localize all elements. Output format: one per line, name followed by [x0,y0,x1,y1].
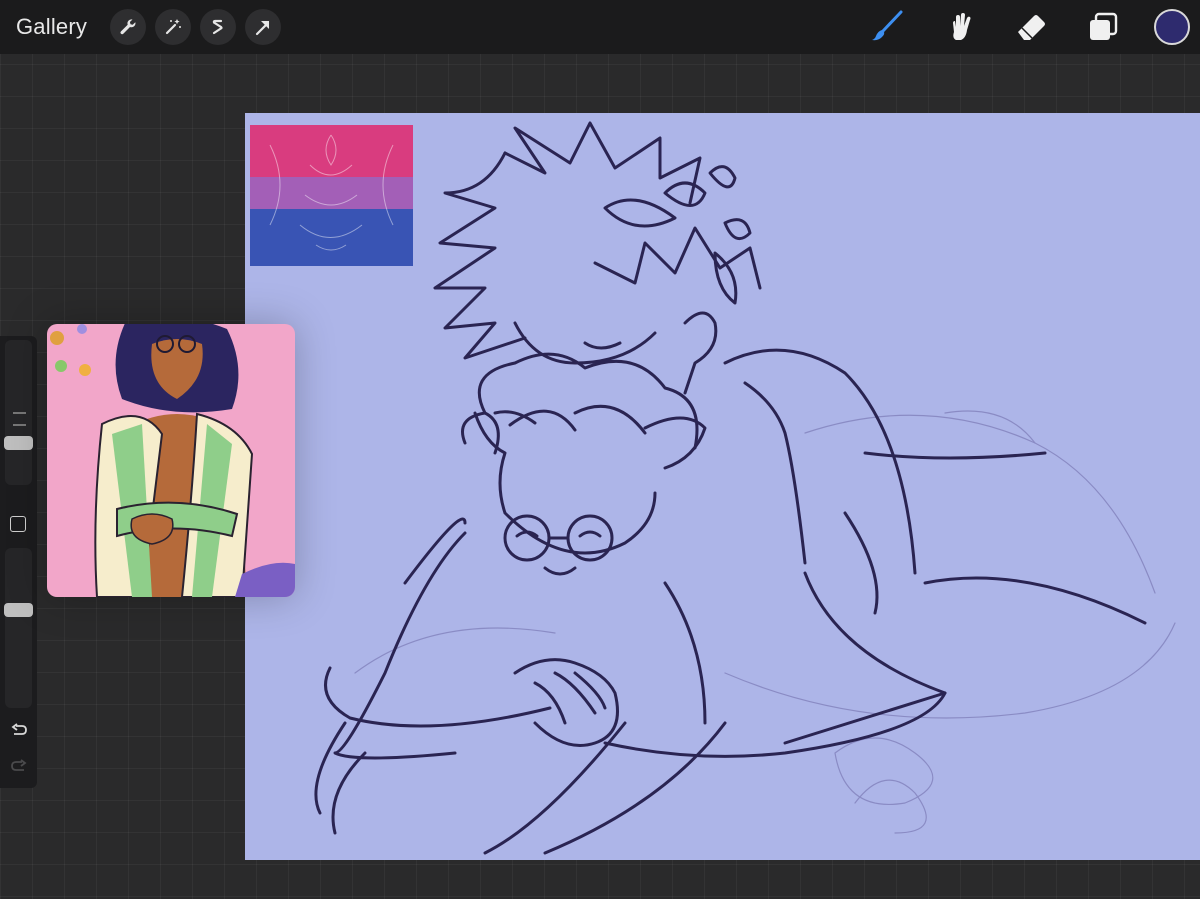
sidebar [0,336,37,788]
layers-button[interactable] [1082,6,1124,48]
flag-graphic [250,125,413,266]
brush-button[interactable] [866,6,908,48]
selection-button[interactable] [200,9,237,45]
top-toolbar: Gallery [0,0,1200,54]
color-picker-button[interactable] [1154,9,1190,45]
brush-size-thumb[interactable] [4,435,33,450]
magic-wand-icon [165,19,182,35]
opacity-slider[interactable] [5,548,32,708]
actions-button[interactable] [110,9,147,45]
eraser-button[interactable] [1010,6,1052,48]
redo-button[interactable] [8,756,30,778]
character-reference-image[interactable] [47,324,295,597]
brush-size-slider[interactable] [5,340,32,485]
painting-tools [836,0,1190,54]
smudge-button[interactable] [938,6,980,48]
undo-button[interactable] [8,720,30,742]
smudge-icon [953,13,971,40]
eraser-icon [1018,15,1045,40]
flag-reference-image[interactable] [250,125,413,266]
adjustments-button[interactable] [155,9,192,45]
transform-button[interactable] [245,9,282,45]
transform-arrow-icon [255,21,270,36]
gallery-button[interactable]: Gallery [16,14,87,40]
layers-icon [1090,12,1118,40]
modify-button[interactable] [10,516,26,532]
brush-icon [872,10,903,41]
wrench-icon [120,19,136,35]
redo-icon [11,759,27,771]
undo-icon [11,723,27,735]
opacity-thumb[interactable] [4,603,33,618]
selection-icon [212,19,223,35]
reference-illustration [50,324,295,597]
